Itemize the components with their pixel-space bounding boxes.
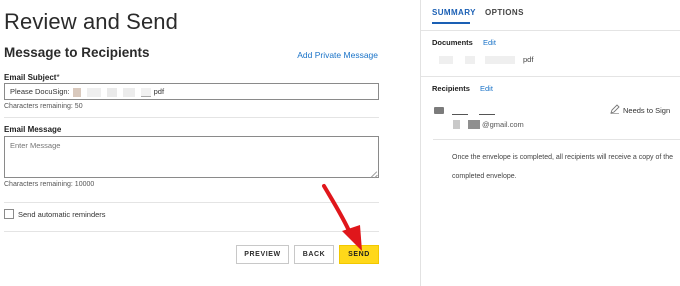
recipients-edit-link[interactable]: Edit xyxy=(480,84,493,93)
page-title: Review and Send xyxy=(4,9,178,34)
email-message-input[interactable] xyxy=(4,136,379,178)
email-subject-input[interactable]: Please DocuSign: pdf xyxy=(4,83,379,100)
tab-summary[interactable]: SUMMARY xyxy=(432,8,476,17)
redacted-text xyxy=(439,56,453,64)
subject-prefix: Please DocuSign: xyxy=(10,87,70,96)
subject-suffix: pdf xyxy=(153,87,165,96)
divider xyxy=(421,76,680,77)
redacted-text xyxy=(140,87,151,97)
redacted-text xyxy=(485,56,515,64)
redacted-text xyxy=(479,114,495,115)
preview-button[interactable]: PREVIEW xyxy=(236,245,289,264)
completion-note: Once the envelope is completed, all reci… xyxy=(452,154,674,180)
redacted-text xyxy=(465,56,475,64)
pointer-arrow-icon xyxy=(322,184,362,251)
recipient-action: Needs to Sign xyxy=(623,106,671,115)
divider xyxy=(4,117,379,118)
documents-edit-link[interactable]: Edit xyxy=(483,38,496,47)
message-form-panel: Review and Send Message to Recipients Ad… xyxy=(0,0,420,286)
redacted-text xyxy=(122,87,135,97)
email-subject-label: Email Subject* xyxy=(4,73,60,82)
redacted-text xyxy=(453,120,460,129)
active-tab-indicator xyxy=(432,22,470,24)
redacted-text xyxy=(452,114,468,115)
divider xyxy=(433,139,680,140)
documents-label: Documents xyxy=(432,38,473,47)
add-private-message-link[interactable]: Add Private Message xyxy=(297,50,378,60)
redacted-text xyxy=(468,120,480,129)
document-file-name: pdf xyxy=(523,55,534,64)
redacted-text xyxy=(106,87,117,97)
subject-chars-remaining: Characters remaining: 50 xyxy=(4,103,83,110)
redacted-text xyxy=(86,87,101,97)
tab-options[interactable]: OPTIONS xyxy=(485,8,524,17)
resize-handle-icon[interactable] xyxy=(371,171,378,178)
pen-icon xyxy=(610,104,620,114)
required-mark: * xyxy=(56,73,60,82)
recipient-avatar-icon xyxy=(434,107,444,114)
summary-tabs: SUMMARY OPTIONS xyxy=(421,0,680,30)
section-title: Message to Recipients xyxy=(4,45,150,60)
recipient-email: @gmail.com xyxy=(482,120,524,129)
recipients-label: Recipients xyxy=(432,84,470,93)
message-chars-remaining: Characters remaining: 10000 xyxy=(4,181,95,188)
redacted-text xyxy=(72,87,81,97)
email-message-label: Email Message xyxy=(4,125,62,134)
summary-panel: SUMMARY OPTIONS Documents Edit pdf Recip… xyxy=(420,0,680,286)
reminders-checkbox[interactable] xyxy=(4,209,14,219)
divider xyxy=(421,30,680,31)
reminders-label: Send automatic reminders xyxy=(18,210,106,219)
